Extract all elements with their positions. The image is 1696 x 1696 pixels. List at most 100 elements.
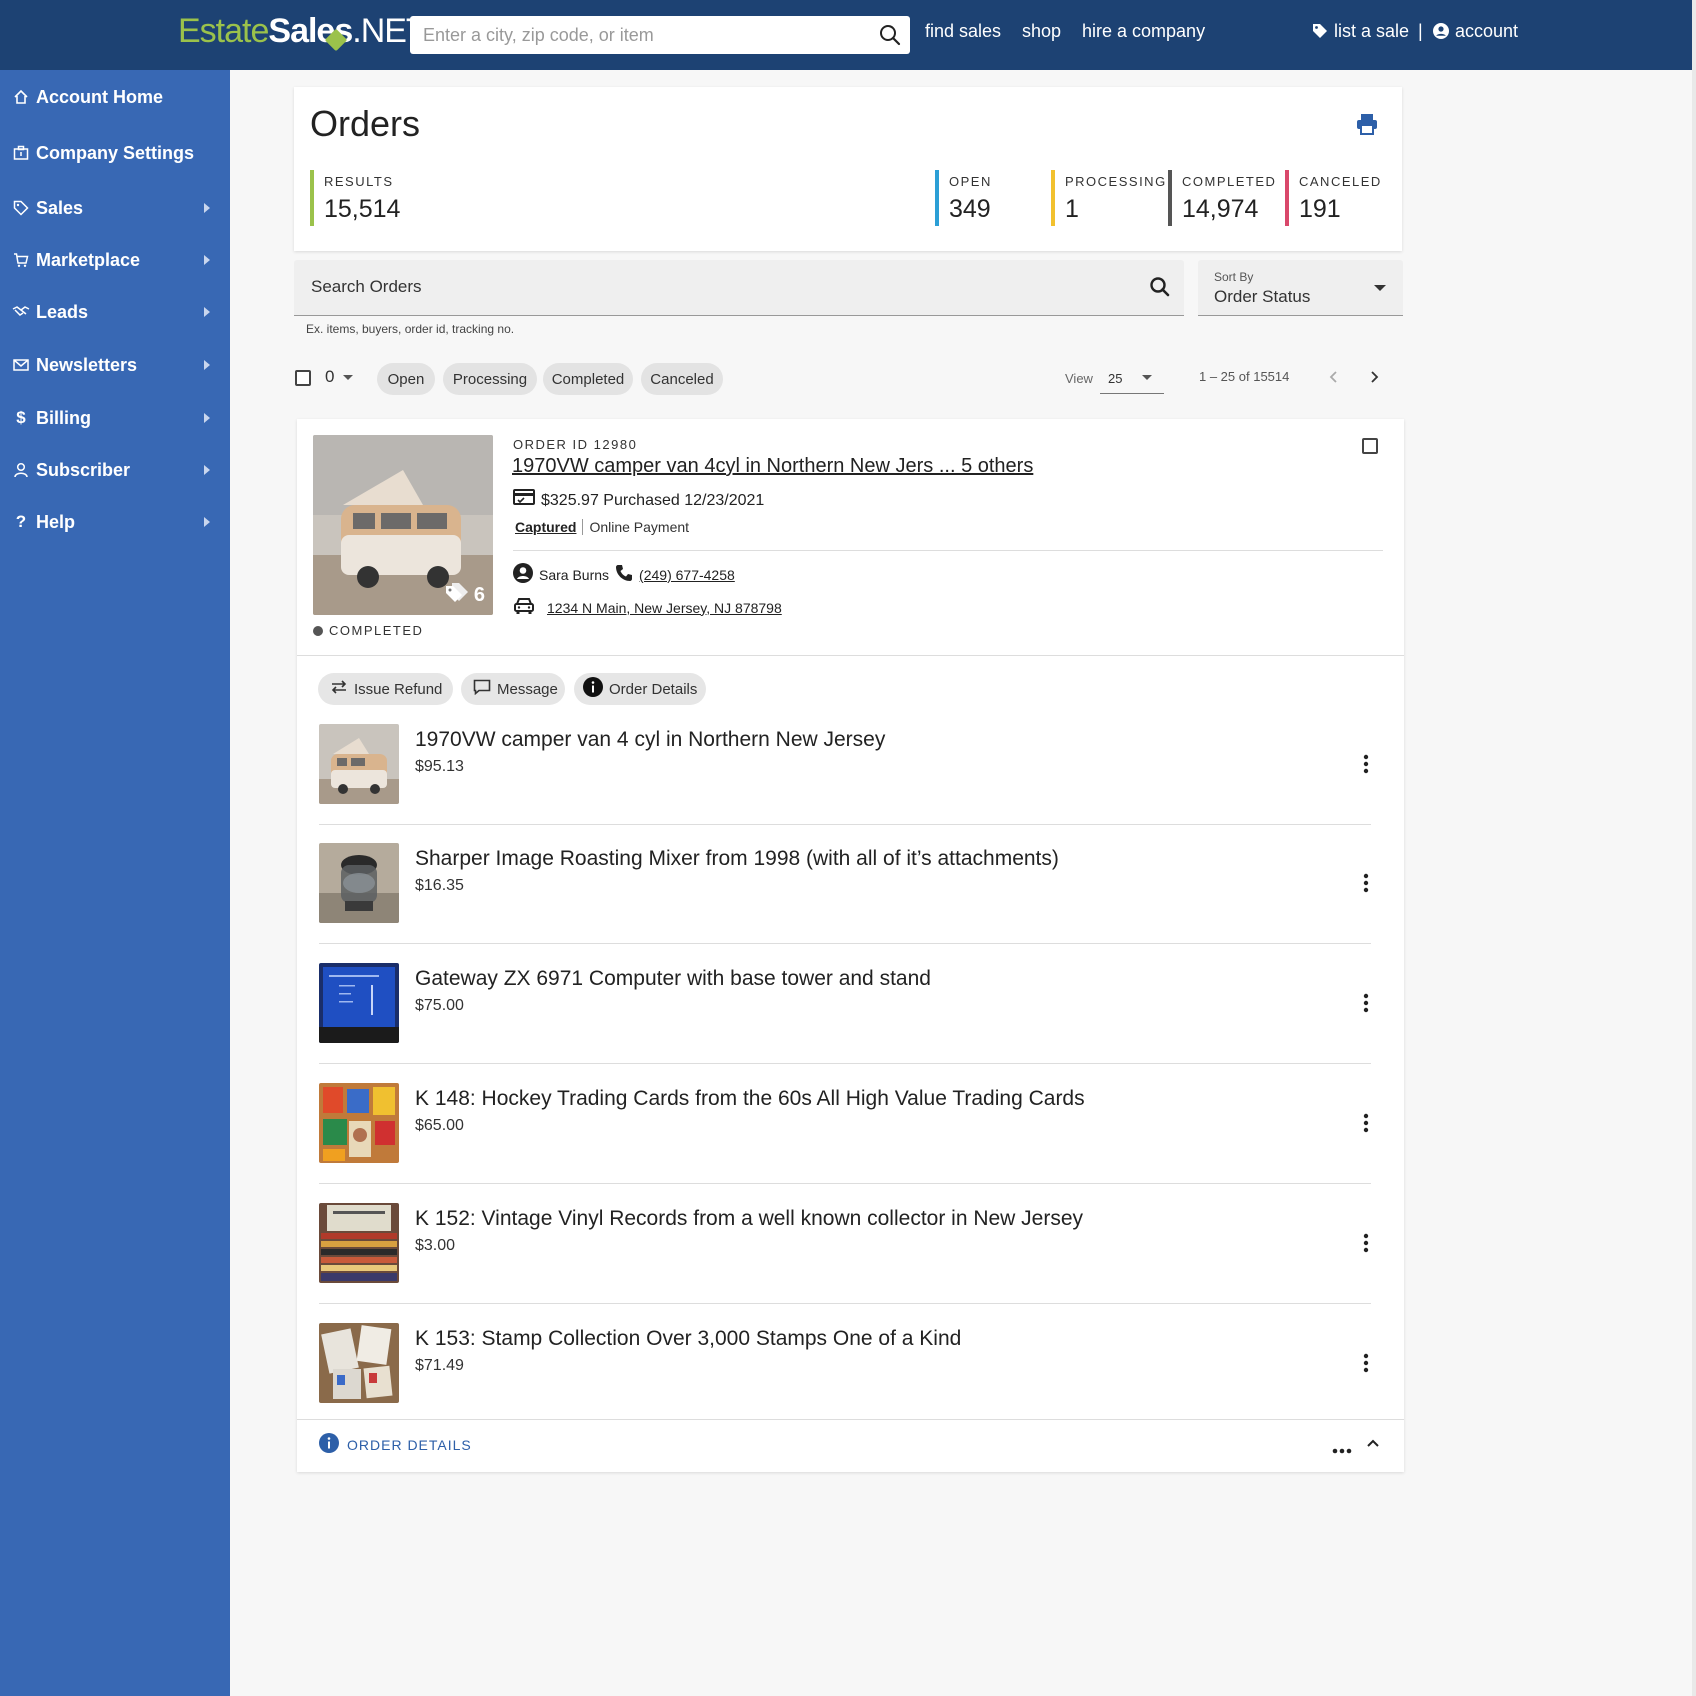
order-price-line: $325.97 Purchased 12/23/2021 [513, 489, 764, 512]
nav-find-sales[interactable]: find sales [925, 18, 1001, 44]
sidebar-item-help[interactable]: ? Help [0, 502, 230, 542]
order-details-footer-label: ORDER DETAILS [347, 1436, 472, 1453]
more-vertical-icon[interactable] [1363, 873, 1369, 893]
sidebar-item-label: Account Home [36, 86, 164, 107]
order-title-link[interactable]: 1970VW camper van 4cyl in Northern New J… [512, 455, 1033, 478]
divider [319, 824, 1371, 825]
filter-chip-completed[interactable]: Completed [543, 363, 633, 395]
filter-chip-open[interactable]: Open [377, 363, 435, 395]
item-thumbnail[interactable] [319, 1203, 399, 1283]
site-logo[interactable]: Estate Sales .NET [178, 12, 427, 56]
filter-chip-processing[interactable]: Processing [443, 363, 537, 395]
item-price: $3.00 [415, 1237, 456, 1254]
order-details-toggle[interactable]: ORDER DETAILS [319, 1433, 472, 1456]
nav-account[interactable]: account [1433, 18, 1518, 44]
search-icon[interactable] [1149, 276, 1171, 298]
nav-shop[interactable]: shop [1022, 18, 1061, 44]
order-item-row: K 153: Stamp Collection Over 3,000 Stamp… [319, 1323, 1371, 1423]
stat-value: 1 [1065, 195, 1079, 223]
search-icon[interactable] [870, 16, 910, 54]
nav-list-sale[interactable]: list a sale [1312, 18, 1409, 44]
site-search-box [410, 16, 910, 54]
more-vertical-icon[interactable] [1363, 993, 1369, 1013]
page-title: Orders [310, 103, 421, 144]
payment-row: Captured Online Payment [515, 519, 689, 535]
question-icon: ? [15, 512, 27, 531]
order-item-row: Sharper Image Roasting Mixer from 1998 (… [319, 843, 1371, 944]
item-price: $16.35 [415, 877, 464, 894]
page-scrollbar[interactable] [1692, 0, 1696, 1696]
order-select-checkbox[interactable] [1362, 438, 1378, 454]
sort-by-select[interactable]: Sort By Order Status [1198, 260, 1403, 316]
select-all-checkbox[interactable] [295, 370, 311, 386]
tags-icon [444, 581, 470, 609]
previous-page-icon[interactable] [1326, 369, 1342, 385]
shipping-address-link[interactable]: 1234 N Main, New Jersey, NJ 878798 [547, 600, 782, 616]
user-icon [12, 461, 30, 479]
item-thumbnail[interactable] [319, 1323, 399, 1403]
filter-chip-canceled[interactable]: Canceled [641, 363, 723, 395]
sidebar: Account Home Company Settings Sales Mark… [0, 70, 230, 1696]
car-icon [513, 597, 535, 618]
item-thumbnail[interactable] [319, 1083, 399, 1163]
print-icon[interactable] [1355, 112, 1379, 136]
item-title[interactable]: Sharper Image Roasting Mixer from 1998 (… [415, 847, 1059, 871]
sidebar-item-account-home[interactable]: Account Home [0, 77, 230, 117]
cart-icon [12, 251, 30, 269]
view-label: View [1065, 371, 1093, 386]
sidebar-item-billing[interactable]: $ Billing [0, 398, 230, 438]
home-icon [12, 88, 30, 106]
dollar-icon: $ [16, 408, 26, 427]
sidebar-item-marketplace[interactable]: Marketplace [0, 240, 230, 280]
item-thumbnail[interactable] [319, 724, 399, 804]
stat-label: PROCESSING [1065, 174, 1167, 189]
message-button[interactable]: Message [461, 673, 565, 705]
item-title[interactable]: Gateway ZX 6971 Computer with base tower… [415, 967, 931, 991]
sidebar-item-label: Billing [36, 407, 91, 428]
order-item-row: K 152: Vintage Vinyl Records from a well… [319, 1203, 1371, 1304]
item-title[interactable]: K 152: Vintage Vinyl Records from a well… [415, 1207, 1083, 1231]
order-details-label: Order Details [609, 680, 698, 698]
item-thumbnail[interactable] [319, 843, 399, 923]
stat-completed[interactable]: COMPLETED 14,974 [1168, 170, 1276, 226]
sort-by-value: Order Status [1214, 287, 1311, 306]
more-horizontal-icon[interactable] [1332, 1441, 1352, 1454]
issue-refund-button[interactable]: Issue Refund [318, 673, 453, 705]
sidebar-item-newsletters[interactable]: Newsletters [0, 345, 230, 385]
orders-search-input[interactable] [294, 260, 1134, 314]
captured-link[interactable]: Captured [515, 519, 576, 535]
more-vertical-icon[interactable] [1363, 754, 1369, 774]
order-details-button[interactable]: Order Details [574, 673, 706, 705]
sidebar-item-subscriber[interactable]: Subscriber [0, 450, 230, 490]
stat-processing[interactable]: PROCESSING 1 [1051, 170, 1167, 226]
stat-canceled[interactable]: CANCELED 191 [1285, 170, 1382, 226]
stat-label: RESULTS [324, 174, 394, 189]
chevron-right-icon [204, 465, 210, 475]
item-thumbnail[interactable] [319, 963, 399, 1043]
site-search-input[interactable] [410, 16, 870, 54]
view-per-page-select[interactable]: 25 [1100, 362, 1164, 394]
order-thumbnail[interactable]: 6 [313, 435, 493, 615]
chevron-up-icon[interactable] [1365, 1435, 1381, 1451]
more-vertical-icon[interactable] [1363, 1113, 1369, 1133]
more-vertical-icon[interactable] [1363, 1353, 1369, 1373]
sidebar-item-leads[interactable]: Leads [0, 292, 230, 332]
sidebar-item-sales[interactable]: Sales [0, 188, 230, 228]
item-count: 6 [473, 583, 485, 606]
selected-count[interactable]: 0 [325, 367, 334, 387]
buyer-phone-link[interactable]: (249) 677-4258 [639, 567, 735, 583]
tag-icon [1312, 23, 1328, 39]
sidebar-item-company-settings[interactable]: Company Settings [0, 133, 230, 173]
chevron-down-icon[interactable] [343, 375, 353, 380]
item-title[interactable]: K 148: Hockey Trading Cards from the 60s… [415, 1087, 1085, 1111]
logo-estate-text: Estate [178, 12, 269, 50]
item-title[interactable]: 1970VW camper van 4 cyl in Northern New … [415, 728, 885, 752]
building-icon [12, 144, 30, 162]
refund-icon [330, 679, 348, 699]
item-title[interactable]: K 153: Stamp Collection Over 3,000 Stamp… [415, 1327, 961, 1351]
divider [582, 519, 584, 535]
next-page-icon[interactable] [1366, 369, 1382, 385]
nav-hire-company[interactable]: hire a company [1082, 18, 1205, 44]
stat-open[interactable]: OPEN 349 [935, 170, 992, 226]
more-vertical-icon[interactable] [1363, 1233, 1369, 1253]
